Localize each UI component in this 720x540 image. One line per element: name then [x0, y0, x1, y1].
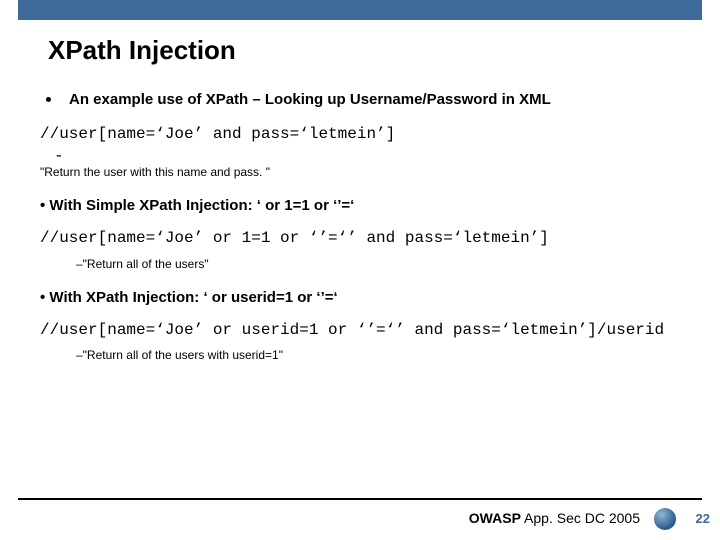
bullet-text-1: An example use of XPath – Looking up Use…: [69, 91, 551, 108]
dash-line: -: [54, 147, 680, 165]
code-block-3: //user[name=‘Joe’ or userid=1 or ‘’=‘’ a…: [40, 320, 680, 341]
page-number: 22: [696, 511, 710, 526]
bullet-simple-injection: • With Simple XPath Injection: ‘ or 1=1 …: [40, 197, 680, 214]
page-title: XPath Injection: [48, 35, 680, 66]
desc-2: –"Return all of the users": [76, 257, 680, 271]
footer-label: OWASP App. Sec DC 2005: [469, 510, 640, 526]
footer-event: App. Sec DC 2005: [521, 510, 640, 526]
footer-org: OWASP: [469, 510, 521, 526]
bullet-icon: [46, 97, 51, 102]
slide-content: XPath Injection An example use of XPath …: [40, 30, 680, 380]
footer-divider: [18, 498, 702, 500]
bullet-xpath-injection: • With XPath Injection: ‘ or userid=1 or…: [40, 289, 680, 306]
desc-1: "Return the user with this name and pass…: [40, 165, 680, 179]
code-block-2: //user[name=‘Joe’ or 1=1 or ‘’=‘’ and pa…: [40, 228, 680, 249]
bullet-example: An example use of XPath – Looking up Use…: [40, 91, 680, 108]
header-bar: [18, 0, 702, 20]
desc-3: –"Return all of the users with userid=1": [76, 348, 680, 362]
globe-icon: [654, 508, 676, 530]
code-block-1: //user[name=‘Joe’ and pass=‘letmein’]: [40, 124, 680, 145]
